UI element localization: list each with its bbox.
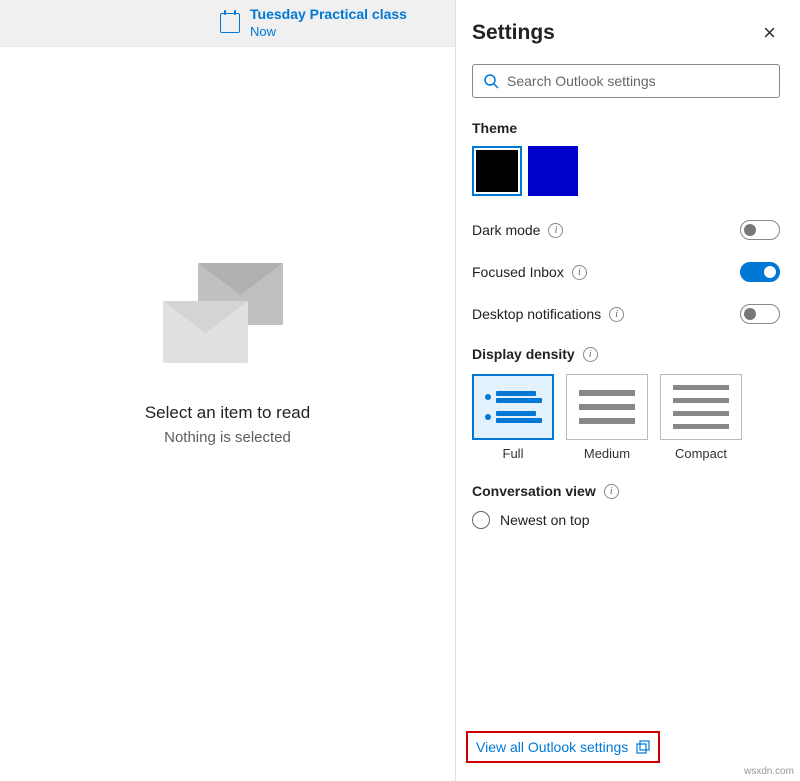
focused-inbox-row: Focused Inbox i: [472, 262, 780, 282]
reading-pane: Tuesday Practical class Now Select an it…: [0, 0, 455, 781]
info-icon[interactable]: i: [609, 307, 624, 322]
info-icon[interactable]: i: [604, 484, 619, 499]
theme-swatch-black[interactable]: [472, 146, 522, 196]
density-medium-box: [566, 374, 648, 440]
density-compact-box: [660, 374, 742, 440]
empty-state: Select an item to read Nothing is select…: [0, 47, 455, 781]
density-label-row: Display density i: [472, 346, 780, 362]
density-compact-label: Compact: [675, 446, 727, 461]
calendar-banner[interactable]: Tuesday Practical class Now: [0, 0, 455, 47]
density-full-label: Full: [503, 446, 524, 461]
search-box[interactable]: [472, 64, 780, 98]
dark-mode-label: Dark mode: [472, 222, 540, 238]
conversation-label-row: Conversation view i: [472, 483, 780, 499]
density-label: Display density: [472, 346, 575, 362]
density-full-box: [472, 374, 554, 440]
radio-icon: [472, 511, 490, 529]
envelopes-illustration: [163, 263, 293, 383]
view-all-label: View all Outlook settings: [476, 739, 628, 755]
density-medium[interactable]: Medium: [566, 374, 648, 461]
settings-panel: Settings × Theme Dark mode i Focused Inb…: [455, 0, 800, 781]
newest-on-top-radio-row[interactable]: Newest on top: [472, 511, 780, 529]
calendar-event-time: Now: [250, 24, 407, 41]
conversation-view-label: Conversation view: [472, 483, 596, 499]
focused-inbox-label-group: Focused Inbox i: [472, 264, 587, 280]
desktop-notifications-label-group: Desktop notifications i: [472, 306, 624, 322]
view-all-settings-link[interactable]: View all Outlook settings: [466, 731, 660, 763]
focused-inbox-toggle[interactable]: [740, 262, 780, 282]
close-icon[interactable]: ×: [759, 20, 780, 46]
dark-mode-toggle[interactable]: [740, 220, 780, 240]
watermark: wsxdn.com: [744, 766, 794, 777]
info-icon[interactable]: i: [548, 223, 563, 238]
desktop-notifications-toggle[interactable]: [740, 304, 780, 324]
focused-inbox-label: Focused Inbox: [472, 264, 564, 280]
empty-subtitle: Nothing is selected: [164, 429, 291, 446]
info-icon[interactable]: i: [572, 265, 587, 280]
popout-icon: [636, 740, 650, 754]
calendar-event-title: Tuesday Practical class: [250, 5, 407, 23]
envelope-icon: [163, 301, 248, 363]
calendar-text: Tuesday Practical class Now: [250, 5, 407, 40]
info-icon[interactable]: i: [583, 347, 598, 362]
dark-mode-label-group: Dark mode i: [472, 222, 563, 238]
dark-mode-row: Dark mode i: [472, 220, 780, 240]
theme-row: [472, 146, 780, 196]
search-input[interactable]: [507, 73, 769, 89]
theme-label: Theme: [472, 120, 780, 136]
empty-title: Select an item to read: [145, 403, 310, 423]
newest-on-top-label: Newest on top: [500, 512, 590, 528]
calendar-icon: [220, 13, 240, 33]
desktop-notifications-row: Desktop notifications i: [472, 304, 780, 324]
theme-swatch-blue[interactable]: [528, 146, 578, 196]
density-options: Full Medium Compact: [472, 374, 780, 461]
density-medium-label: Medium: [584, 446, 630, 461]
density-compact[interactable]: Compact: [660, 374, 742, 461]
density-full[interactable]: Full: [472, 374, 554, 461]
settings-header: Settings ×: [472, 20, 780, 46]
search-icon: [483, 73, 499, 89]
settings-title: Settings: [472, 21, 555, 45]
desktop-notifications-label: Desktop notifications: [472, 306, 601, 322]
